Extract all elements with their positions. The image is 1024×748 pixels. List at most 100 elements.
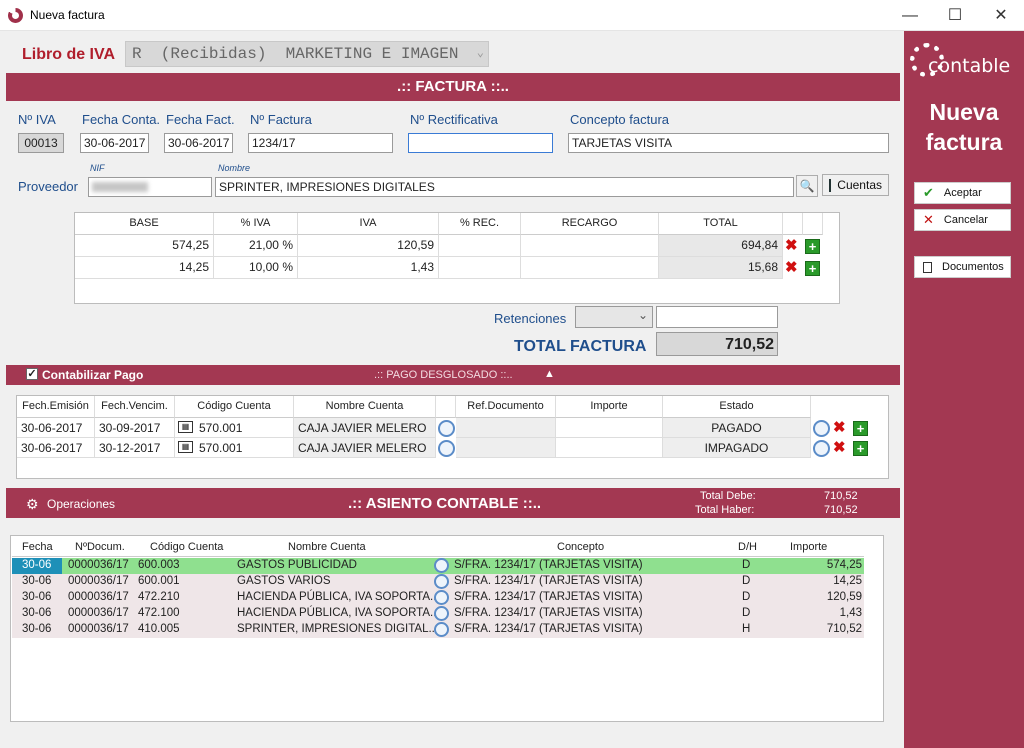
table-cell[interactable]	[521, 235, 659, 257]
table-row[interactable]: 30-06 0000036/17 472.100 HACIENDA PÚBLIC…	[12, 606, 864, 622]
table-cell[interactable]: S/FRA. 1234/17 (TARJETAS VISITA)	[454, 591, 643, 603]
add-icon[interactable]: +	[805, 239, 820, 254]
table-cell[interactable]: 10,00 %	[214, 257, 298, 279]
table-cell[interactable]: 1,43	[840, 607, 862, 619]
table-cell[interactable]: HACIENDA PÚBLICA, IVA SOPORTA...	[237, 607, 440, 619]
search-icon[interactable]	[434, 606, 449, 621]
table-cell[interactable]: 30-06	[22, 607, 51, 619]
table-cell[interactable]	[556, 418, 663, 438]
delete-icon[interactable]: ✖	[785, 238, 798, 254]
search-icon[interactable]	[434, 558, 449, 573]
table-cell[interactable]: 472.100	[138, 607, 180, 619]
table-cell[interactable]	[521, 257, 659, 279]
libro-iva-select[interactable]: R (Recibidas) MARKETING E IMAGEN ⌄	[125, 41, 489, 67]
retenciones-field[interactable]	[656, 306, 778, 328]
search-icon[interactable]	[434, 622, 449, 637]
search-icon[interactable]	[813, 420, 830, 437]
table-cell[interactable]: 14,25	[75, 257, 214, 279]
table-cell[interactable]: 574,25	[75, 235, 214, 257]
aceptar-button[interactable]: ✔ Aceptar	[914, 182, 1011, 204]
table-cell[interactable]: D	[742, 607, 750, 619]
table-cell[interactable]: D	[742, 591, 750, 603]
search-icon[interactable]	[434, 590, 449, 605]
table-cell[interactable]: H	[742, 623, 750, 635]
col-importe: Importe	[556, 396, 663, 418]
n-rectificativa-field[interactable]	[408, 133, 553, 153]
table-cell[interactable]: 0000036/17	[68, 591, 129, 603]
calendar-icon[interactable]: ▦	[178, 441, 193, 453]
table-row[interactable]: 30-06 0000036/17 410.005 SPRINTER, IMPRE…	[12, 622, 864, 638]
table-cell[interactable]	[439, 235, 521, 257]
col-dh: D/H	[738, 541, 757, 553]
table-cell[interactable]: 14,25	[833, 575, 862, 587]
table-cell[interactable]: 30-06-2017	[17, 418, 95, 438]
table-cell[interactable]: 21,00 %	[214, 235, 298, 257]
search-icon[interactable]	[438, 420, 455, 437]
table-cell[interactable]: HACIENDA PÚBLICA, IVA SOPORTA...	[237, 591, 440, 603]
table-cell[interactable]: 30-09-2017	[95, 418, 175, 438]
delete-icon[interactable]: ✖	[785, 260, 798, 276]
table-cell[interactable]: D	[742, 575, 750, 587]
collapse-arrow-icon[interactable]: ▲	[544, 368, 555, 380]
table-row[interactable]: 30-06 0000036/17 472.210 HACIENDA PÚBLIC…	[12, 590, 864, 606]
table-cell[interactable]	[456, 438, 556, 458]
table-cell[interactable]: S/FRA. 1234/17 (TARJETAS VISITA)	[454, 623, 643, 635]
contabilizar-pago-checkbox[interactable]: ✓	[26, 368, 38, 380]
add-icon[interactable]: +	[805, 261, 820, 276]
nombre-field[interactable]: SPRINTER, IMPRESIONES DIGITALES	[215, 177, 794, 197]
table-cell[interactable]: 30-06	[22, 623, 51, 635]
fecha-fact-field[interactable]: 30-06-2017	[164, 133, 233, 153]
fecha-conta-field[interactable]: 30-06-2017	[80, 133, 149, 153]
delete-icon[interactable]: ✖	[833, 440, 846, 456]
table-cell[interactable]: GASTOS VARIOS	[237, 575, 331, 587]
maximize-button[interactable]: ☐	[932, 0, 978, 31]
add-icon[interactable]: +	[853, 441, 868, 456]
table-cell[interactable]: 0000036/17	[68, 559, 129, 571]
table-cell[interactable]: S/FRA. 1234/17 (TARJETAS VISITA)	[454, 575, 643, 587]
table-cell[interactable]: D	[742, 559, 750, 571]
table-cell[interactable]	[556, 438, 663, 458]
operaciones-button[interactable]: Operaciones	[47, 497, 115, 511]
n-factura-field[interactable]: 1234/17	[248, 133, 393, 153]
delete-icon[interactable]: ✖	[833, 420, 846, 436]
table-cell[interactable]: 0000036/17	[68, 575, 129, 587]
table-cell[interactable]: 410.005	[138, 623, 180, 635]
documentos-button[interactable]: Documentos	[914, 256, 1011, 278]
table-cell[interactable]: 120,59	[827, 591, 862, 603]
table-cell[interactable]	[456, 418, 556, 438]
table-cell[interactable]: 0000036/17	[68, 623, 129, 635]
table-cell[interactable]: 120,59	[298, 235, 439, 257]
table-cell[interactable]: 0000036/17	[68, 607, 129, 619]
table-cell[interactable]: 710,52	[827, 623, 862, 635]
minimize-button[interactable]: —	[887, 0, 933, 31]
table-cell[interactable]: GASTOS PUBLICIDAD	[237, 559, 357, 571]
table-cell[interactable]	[439, 257, 521, 279]
table-cell[interactable]: 472.210	[138, 591, 180, 603]
cuentas-button[interactable]: Cuentas	[822, 174, 889, 196]
table-cell[interactable]: 30-06	[12, 558, 62, 574]
table-cell[interactable]: 574,25	[827, 559, 862, 571]
table-cell[interactable]: 600.003	[138, 559, 180, 571]
calendar-icon[interactable]: ▦	[178, 421, 193, 433]
add-icon[interactable]: +	[853, 421, 868, 436]
table-cell[interactable]: 600.001	[138, 575, 180, 587]
search-icon[interactable]	[813, 440, 830, 457]
cancelar-button[interactable]: ✕ Cancelar	[914, 209, 1011, 231]
search-icon[interactable]	[438, 440, 455, 457]
table-row[interactable]: 30-06 0000036/17 600.003 GASTOS PUBLICID…	[12, 558, 864, 574]
table-cell[interactable]: 30-06	[22, 575, 51, 587]
table-row[interactable]: 30-06 0000036/17 600.001 GASTOS VARIOS S…	[12, 574, 864, 590]
close-button[interactable]: ✕	[978, 0, 1024, 31]
table-cell[interactable]: SPRINTER, IMPRESIONES DIGITAL...	[237, 623, 438, 635]
table-cell[interactable]: 30-12-2017	[95, 438, 175, 458]
lookup-supplier-button[interactable]: 🔍	[796, 175, 818, 197]
table-cell[interactable]: S/FRA. 1234/17 (TARJETAS VISITA)	[454, 559, 643, 571]
table-cell[interactable]: 30-06	[22, 591, 51, 603]
concepto-field[interactable]: TARJETAS VISITA	[568, 133, 889, 153]
table-cell[interactable]: S/FRA. 1234/17 (TARJETAS VISITA)	[454, 607, 643, 619]
search-icon[interactable]	[434, 574, 449, 589]
table-cell[interactable]: 1,43	[298, 257, 439, 279]
nif-field[interactable]	[88, 177, 212, 197]
retenciones-select[interactable]: ⌄	[575, 306, 653, 328]
table-cell[interactable]: 30-06-2017	[17, 438, 95, 458]
